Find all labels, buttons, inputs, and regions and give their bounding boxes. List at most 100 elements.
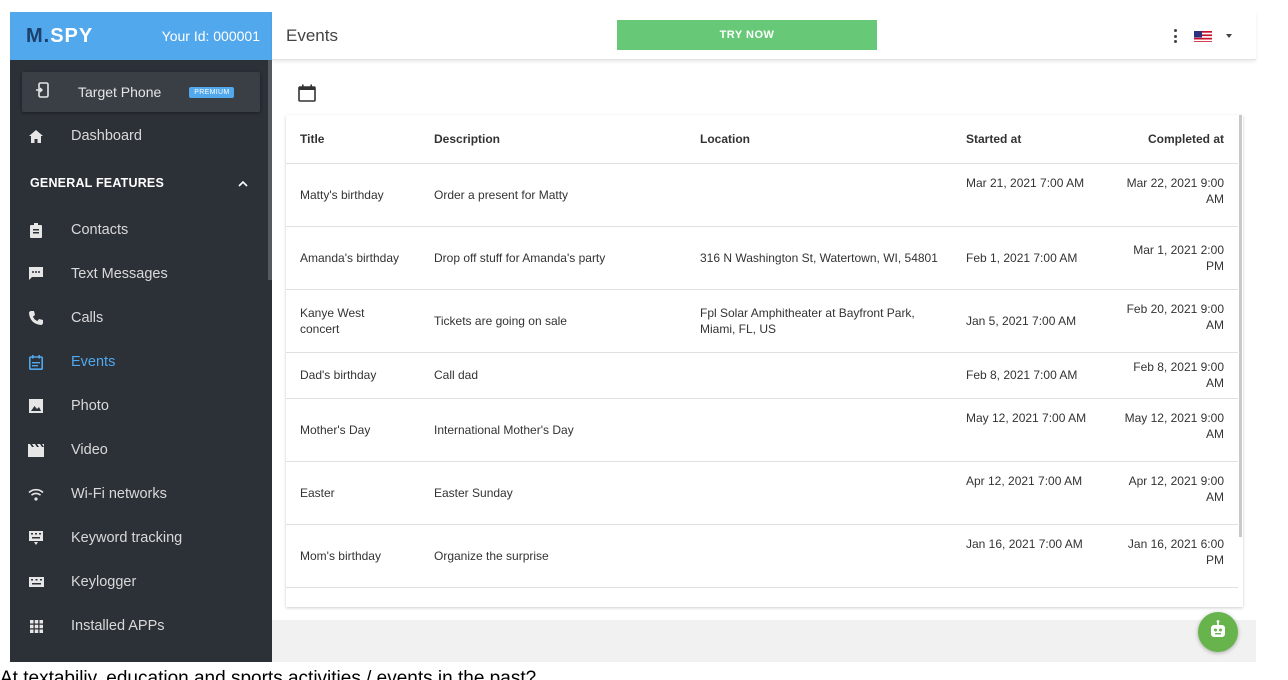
- cell-description: International Mother's Day: [420, 398, 686, 462]
- keyboard-icon: [28, 530, 44, 546]
- date-filter-calendar-icon[interactable]: [298, 84, 316, 102]
- cell-title: Dad's birthday: [286, 352, 420, 399]
- logo[interactable]: M.SPY: [26, 25, 93, 48]
- cell-started-at: May 12, 2021 7:00 AM: [952, 398, 1102, 462]
- table-row[interactable]: Amanda's birthday Drop off stuff for Ama…: [286, 226, 1238, 290]
- cell-description: Easter Sunday: [420, 461, 686, 525]
- cell-description: Call dad: [420, 352, 686, 399]
- table-scrollbar[interactable]: [1239, 115, 1242, 537]
- cell-completed-at: Apr 12, 2021 9:00 AM: [1102, 461, 1238, 525]
- section-general-features[interactable]: GENERAL FEATURES: [10, 158, 272, 208]
- calendar-icon: [28, 354, 44, 370]
- cell-started-at: Apr 12, 2021 7:00 AM: [952, 461, 1102, 525]
- chevron-up-icon: [238, 176, 248, 190]
- table-row[interactable]: Mother's Day International Mother's Day …: [286, 398, 1238, 462]
- cell-started-at: Mar 21, 2021 7:00 AM: [952, 163, 1102, 227]
- cell-location: [686, 524, 952, 588]
- table-row[interactable]: Matty's birthday Order a present for Mat…: [286, 163, 1238, 227]
- column-header-description[interactable]: Description: [420, 115, 686, 164]
- sidebar-item-label: Photo: [71, 398, 109, 414]
- app-root: M.SPY Your Id: 000001 Target Phone PREMI…: [0, 0, 1288, 680]
- cell-completed-at: Mar 1, 2021 2:00 PM: [1102, 226, 1238, 290]
- sidebar-item-label: Text Messages: [71, 266, 168, 282]
- sidebar-item-label: Dashboard: [71, 128, 142, 144]
- sidebar: M.SPY Your Id: 000001 Target Phone PREMI…: [10, 12, 272, 662]
- caption-text: At textabiliy, education and sports acti…: [0, 668, 537, 680]
- cell-completed-at: Jan 16, 2021 6:00 PM: [1102, 524, 1238, 588]
- image-icon: [28, 398, 44, 414]
- premium-badge: PREMIUM: [189, 86, 235, 98]
- cell-location: 316 N Washington St, Watertown, WI, 5480…: [686, 226, 952, 290]
- phone-icon: [28, 310, 44, 326]
- cell-location: Fpl Solar Amphitheater at Bayfront Park,…: [686, 289, 952, 353]
- sidebar-item-contacts[interactable]: Contacts: [10, 208, 272, 252]
- column-header-completed-at[interactable]: Completed at: [1102, 115, 1238, 164]
- column-header-location[interactable]: Location: [686, 115, 952, 164]
- column-header-started-at[interactable]: Started at: [952, 115, 1102, 164]
- table-row[interactable]: Mom's birthday Organize the surprise Jan…: [286, 524, 1238, 588]
- cell-title: Easter: [286, 461, 420, 525]
- cell-started-at: Feb 8, 2021 7:00 AM: [952, 352, 1102, 399]
- sidebar-item-video[interactable]: Video: [10, 428, 272, 472]
- sidebar-item-calls[interactable]: Calls: [10, 296, 272, 340]
- message-icon: [28, 266, 44, 282]
- cell-description: Tickets are going on sale: [420, 289, 686, 353]
- section-label: GENERAL FEATURES: [30, 176, 164, 190]
- sidebar-item-label: Events: [71, 354, 116, 370]
- cell-location: [686, 352, 952, 399]
- events-table: Title Description Location Started at Co…: [286, 115, 1238, 588]
- table-row[interactable]: Kanye West concert Tickets are going on …: [286, 289, 1238, 353]
- sidebar-item-label: Calls: [71, 310, 104, 326]
- cell-description: Organize the surprise: [420, 524, 686, 588]
- cell-location: [686, 163, 952, 227]
- try-now-button[interactable]: TRY NOW: [617, 20, 877, 50]
- target-phone-selector[interactable]: Target Phone PREMIUM: [22, 72, 260, 112]
- more-menu-icon[interactable]: [1170, 26, 1180, 46]
- column-header-title[interactable]: Title: [286, 115, 420, 164]
- logo-mark: M.: [26, 24, 51, 47]
- sidebar-item-label: Video: [71, 442, 108, 458]
- sidebar-item-installed-apps[interactable]: Installed APPs: [10, 604, 272, 648]
- content-footer: [272, 620, 1256, 662]
- cell-location: [686, 398, 952, 462]
- logo-text: SPY: [50, 24, 94, 47]
- us-flag-icon[interactable]: [1194, 30, 1212, 42]
- sidebar-item-keyword-tracking[interactable]: Keyword tracking: [10, 516, 272, 560]
- table-row[interactable]: Easter Easter Sunday Apr 12, 2021 7:00 A…: [286, 461, 1238, 525]
- sidebar-body: Target Phone PREMIUM Dashboard GENERAL F…: [10, 60, 272, 662]
- sidebar-item-label: Contacts: [71, 222, 129, 238]
- sidebar-item-label: Wi-Fi networks: [71, 486, 167, 502]
- sidebar-item-text-messages[interactable]: Text Messages: [10, 252, 272, 296]
- sidebar-item-keylogger[interactable]: Keylogger: [10, 560, 272, 604]
- cell-title: Mother's Day: [286, 398, 420, 462]
- cell-completed-at: Feb 20, 2021 9:00 AM: [1102, 289, 1238, 353]
- phone-switch-icon: [36, 81, 50, 103]
- sidebar-header: M.SPY Your Id: 000001: [10, 12, 272, 60]
- cell-started-at: Feb 1, 2021 7:00 AM: [952, 226, 1102, 290]
- sidebar-item-photo[interactable]: Photo: [10, 384, 272, 428]
- robot-icon: [1208, 619, 1228, 645]
- user-id: Your Id: 000001: [161, 28, 260, 44]
- sidebar-item-wifi[interactable]: Wi-Fi networks: [10, 472, 272, 516]
- language-dropdown-caret-icon[interactable]: [1226, 34, 1232, 38]
- cell-title: Matty's birthday: [286, 163, 420, 227]
- cell-description: Order a present for Matty: [420, 163, 686, 227]
- sidebar-item-dashboard[interactable]: Dashboard: [10, 114, 272, 158]
- sidebar-item-label: Keyword tracking: [71, 530, 183, 546]
- top-bar: Events TRY NOW: [272, 12, 1256, 60]
- events-table-container: Title Description Location Started at Co…: [286, 115, 1243, 607]
- cell-title: Kanye West concert: [286, 289, 420, 353]
- sidebar-item-events[interactable]: Events: [10, 340, 272, 384]
- keyboard-icon: [28, 574, 44, 590]
- table-row[interactable]: Dad's birthday Call dad Feb 8, 2021 7:00…: [286, 352, 1238, 399]
- cell-completed-at: May 12, 2021 9:00 AM: [1102, 398, 1238, 462]
- cell-description: Drop off stuff for Amanda's party: [420, 226, 686, 290]
- page-title: Events: [286, 26, 338, 45]
- chatbot-button[interactable]: [1198, 612, 1238, 652]
- apps-grid-icon: [28, 618, 44, 634]
- home-icon: [28, 128, 44, 144]
- sidebar-item-label: Keylogger: [71, 574, 137, 590]
- target-phone-label: Target Phone: [78, 84, 162, 100]
- wifi-icon: [28, 486, 44, 502]
- cell-started-at: Jan 5, 2021 7:00 AM: [952, 289, 1102, 353]
